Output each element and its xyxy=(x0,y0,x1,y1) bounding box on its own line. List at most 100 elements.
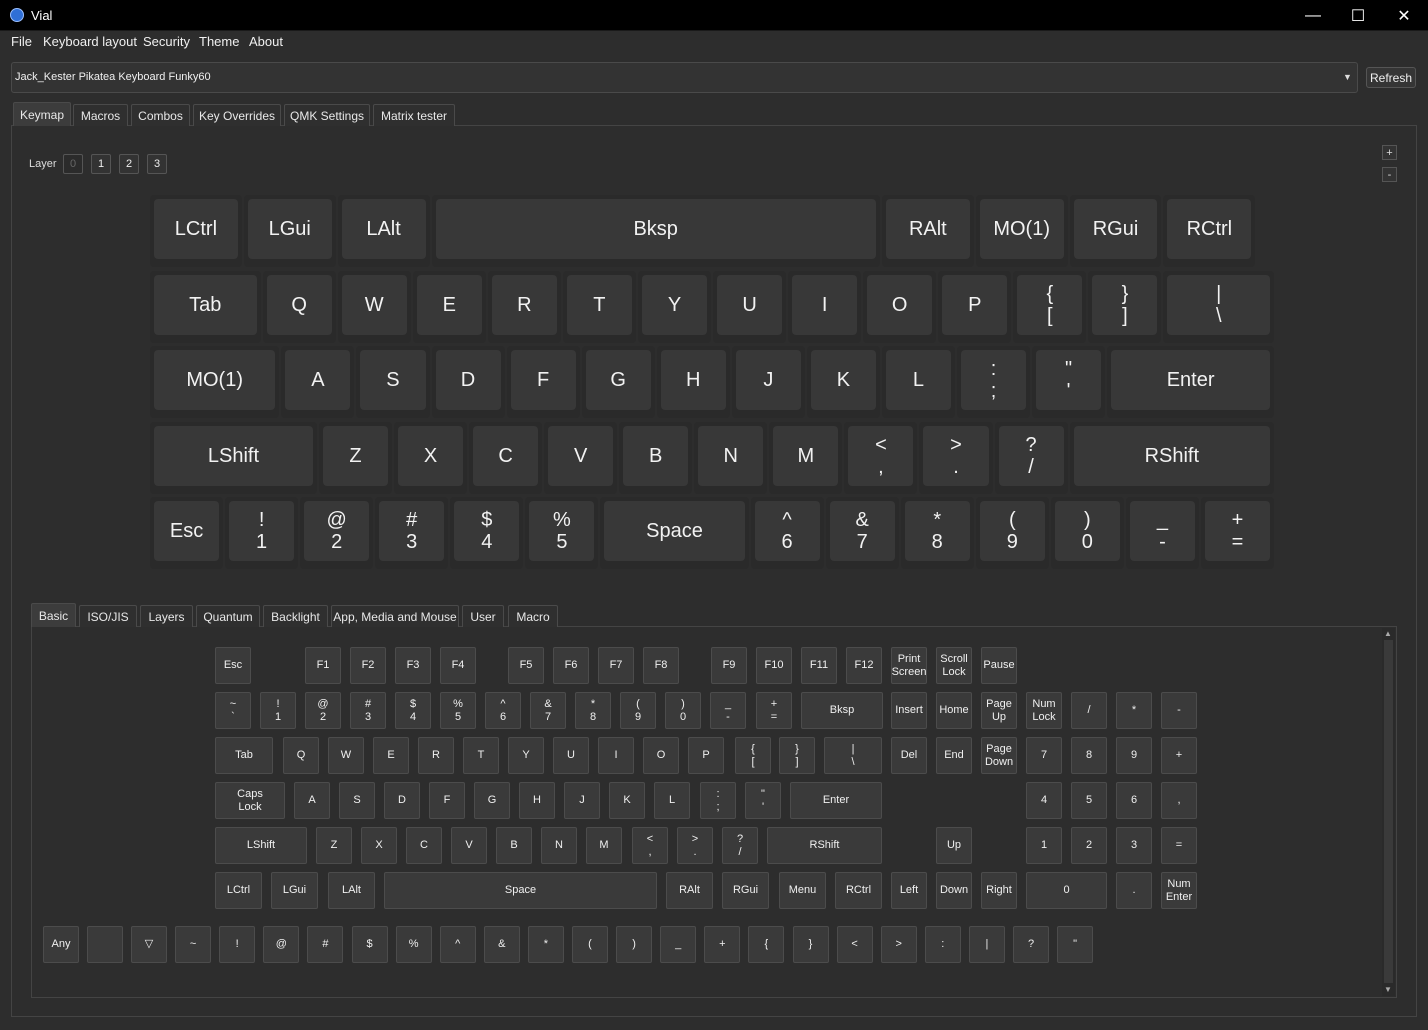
keycode-key[interactable]: (9 xyxy=(620,692,656,729)
keymap-key[interactable]: RGui xyxy=(1069,195,1162,267)
keycode-key[interactable]: Num Lock xyxy=(1026,692,1062,729)
keycode-key[interactable]: } xyxy=(792,926,829,963)
keymap-key[interactable]: & 7 xyxy=(825,497,899,570)
keycode-key[interactable]: Up xyxy=(936,827,972,864)
keycode-key[interactable]: F2 xyxy=(350,647,386,684)
keycode-key[interactable]: Page Up xyxy=(981,692,1017,729)
keycode-key[interactable]: RGui xyxy=(722,872,769,909)
keycode-key[interactable]: LAlt xyxy=(328,872,375,909)
keycode-key[interactable]: 8 xyxy=(1071,737,1107,774)
keycode-key[interactable]: I xyxy=(598,737,634,774)
keymap-key[interactable]: C xyxy=(469,421,543,494)
keymap-key[interactable]: + = xyxy=(1200,497,1275,570)
keycode-key[interactable]: % 5 xyxy=(440,692,476,729)
keymap-key[interactable]: B xyxy=(619,421,693,494)
keycode-key[interactable]: Q xyxy=(283,737,319,774)
keymap-key[interactable]: R xyxy=(487,270,561,343)
keymap-key[interactable]: MO(1) xyxy=(150,346,280,419)
layer-3-button[interactable]: 3 xyxy=(147,154,167,174)
keycode-key[interactable]: L xyxy=(654,782,690,819)
keycode-key[interactable]: B xyxy=(496,827,532,864)
keycode-key[interactable]: Enter xyxy=(790,782,882,819)
tab-combos[interactable]: Combos xyxy=(131,104,190,126)
keycode-key[interactable] xyxy=(87,926,123,963)
keycode-key[interactable]: W xyxy=(328,737,364,774)
keycode-key[interactable]: , xyxy=(1161,782,1197,819)
keycode-key[interactable]: " xyxy=(1057,926,1094,963)
keymap-key[interactable]: Q xyxy=(262,270,336,343)
keymap-key[interactable]: LShift xyxy=(150,421,317,494)
keymap-key[interactable]: ) 0 xyxy=(1050,497,1124,570)
keycode-key[interactable]: Z xyxy=(316,827,352,864)
menu-keyboard-layout[interactable]: Keyboard layout xyxy=(43,34,137,49)
keycode-key[interactable]: J xyxy=(564,782,600,819)
keycode-key[interactable]: { xyxy=(748,926,785,963)
keycode-key[interactable]: F8 xyxy=(643,647,679,684)
keycode-key[interactable]: H xyxy=(519,782,555,819)
tab-app-media-and-mouse[interactable]: App, Media and Mouse xyxy=(331,605,459,627)
keycode-key[interactable]: ~ ` xyxy=(215,692,251,729)
keymap-key[interactable]: $4 xyxy=(450,497,524,570)
menu-theme[interactable]: Theme xyxy=(199,34,239,49)
keymap-key[interactable]: ? / xyxy=(994,421,1068,494)
close-button[interactable]: ✕ xyxy=(1381,0,1427,31)
keymap-key[interactable]: @2 xyxy=(300,497,374,570)
tab-quantum[interactable]: Quantum xyxy=(196,605,260,627)
keymap-key[interactable]: MO(1) xyxy=(975,195,1068,267)
keycode-key[interactable]: N xyxy=(541,827,577,864)
keymap-key[interactable]: O xyxy=(863,270,937,343)
keymap-key[interactable]: F xyxy=(506,346,580,419)
keycode-key[interactable]: D xyxy=(384,782,420,819)
keymap-key[interactable]: ^ 6 xyxy=(750,497,824,570)
keycode-key[interactable]: A xyxy=(294,782,330,819)
keycode-key[interactable]: LCtrl xyxy=(215,872,262,909)
keycode-key[interactable]: 1 xyxy=(1026,827,1062,864)
keycode-key[interactable]: LGui xyxy=(271,872,318,909)
keycode-key[interactable]: " ' xyxy=(745,782,781,819)
keyboard-select[interactable] xyxy=(11,62,1358,93)
maximize-button[interactable]: ☐ xyxy=(1335,0,1381,31)
keycode-key[interactable]: 6 xyxy=(1116,782,1152,819)
minimize-button[interactable]: — xyxy=(1290,0,1336,31)
keymap-key[interactable]: _ - xyxy=(1125,497,1199,570)
keycode-key[interactable]: / xyxy=(1071,692,1107,729)
tab-macro[interactable]: Macro xyxy=(508,605,558,627)
keycode-key[interactable]: V xyxy=(451,827,487,864)
keycode-key[interactable]: 7 xyxy=(1026,737,1062,774)
zoom-out-button[interactable]: - xyxy=(1382,167,1397,182)
keymap-key[interactable]: L xyxy=(881,346,955,419)
keycode-key[interactable]: < xyxy=(836,926,873,963)
keycode-key[interactable]: Menu xyxy=(779,872,826,909)
keycode-key[interactable]: F6 xyxy=(553,647,589,684)
keycode-key[interactable]: ) xyxy=(616,926,653,963)
keymap-key[interactable]: :; xyxy=(957,346,1031,419)
keycode-key[interactable]: ! 1 xyxy=(260,692,296,729)
keycode-key[interactable]: * xyxy=(527,926,564,963)
keycode-key[interactable]: _ xyxy=(660,926,697,963)
keymap-key[interactable]: LCtrl xyxy=(150,195,242,267)
keycode-key[interactable]: T xyxy=(463,737,499,774)
keymap-key[interactable]: RAlt xyxy=(881,195,974,267)
keymap-key[interactable]: {[ xyxy=(1013,270,1087,343)
keymap-key[interactable]: Space xyxy=(600,497,749,570)
keycode-key[interactable]: ▽ xyxy=(131,926,167,963)
keycode-key[interactable]: ! xyxy=(219,926,256,963)
keycode-key[interactable]: ? xyxy=(1013,926,1049,963)
keycode-key[interactable]: & 7 xyxy=(530,692,566,729)
keycode-key[interactable]: - xyxy=(1161,692,1197,729)
keymap-key[interactable]: (9 xyxy=(975,497,1049,570)
keycode-key[interactable]: Down xyxy=(936,872,972,909)
keymap-key[interactable]: RCtrl xyxy=(1163,195,1256,267)
keycode-key[interactable]: ( xyxy=(572,926,608,963)
keycode-key[interactable]: @ xyxy=(263,926,300,963)
tab-keymap[interactable]: Keymap xyxy=(13,102,71,126)
keymap-key[interactable]: " ' xyxy=(1032,346,1106,419)
keycode-key[interactable]: G xyxy=(474,782,510,819)
keycode-key[interactable]: Print Screen xyxy=(891,647,927,684)
keycode-key[interactable]: Space xyxy=(384,872,657,909)
keycode-key[interactable]: M xyxy=(586,827,622,864)
keycode-key[interactable]: RAlt xyxy=(666,872,713,909)
keymap-key[interactable]: Y xyxy=(637,270,712,343)
keycode-key[interactable]: 0 xyxy=(1026,872,1107,909)
keymap-key[interactable]: Z xyxy=(318,421,392,494)
